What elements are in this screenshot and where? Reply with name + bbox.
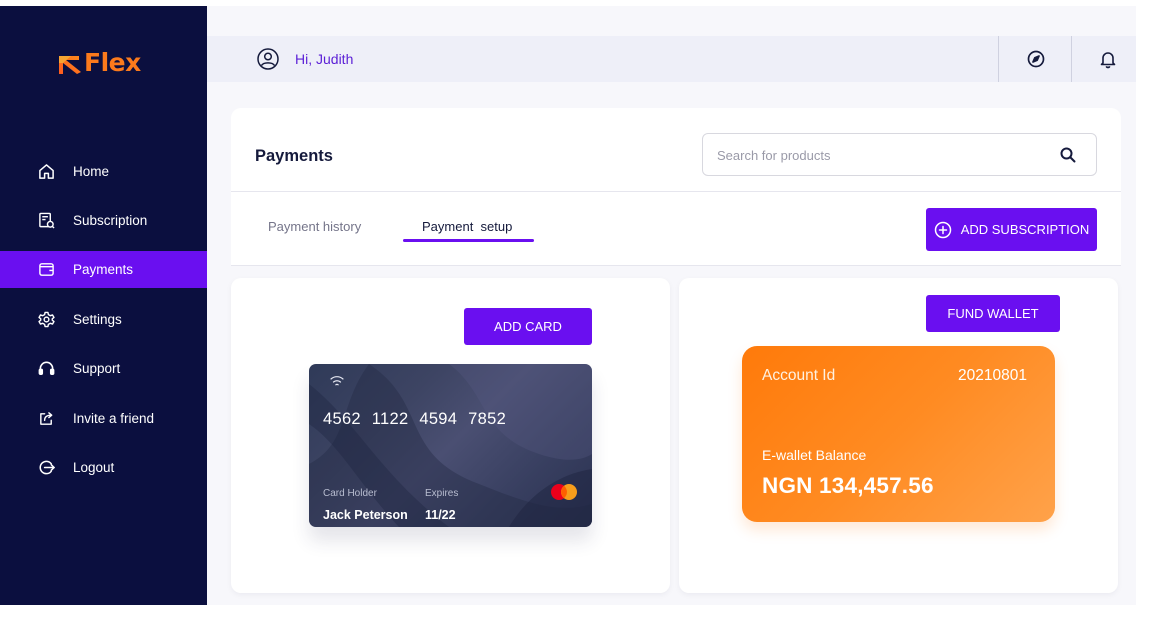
fund-wallet-button[interactable]: FUND WALLET [926,295,1060,332]
search-icon[interactable] [1059,146,1077,164]
search-box [702,133,1097,176]
sidebar-item-label: Invite a friend [73,411,155,426]
contactless-icon [330,376,344,386]
tab-payment-history[interactable]: Payment history [268,219,361,234]
app-window: Flex Home Subscription Payments Settings… [0,6,1136,605]
search-input[interactable] [717,145,1037,165]
divider [231,265,1121,266]
sidebar-item-payments[interactable]: Payments [0,251,207,288]
brand-logo[interactable]: Flex [57,48,141,77]
sidebar-item-settings[interactable]: Settings [0,301,207,338]
user-avatar-icon[interactable] [257,48,279,70]
sidebar-item-home[interactable]: Home [0,153,207,190]
plus-circle-icon [934,221,951,238]
sidebar-item-logout[interactable]: Logout [0,449,207,486]
wallet-balance-value: NGN 134,457.56 [762,473,934,498]
card-number: 4562 1122 4594 7852 [323,410,507,428]
sidebar: Flex Home Subscription Payments Settings… [0,6,207,605]
add-subscription-button[interactable]: ADD SUBSCRIPTION [926,208,1097,251]
home-icon [39,164,54,179]
add-subscription-label: ADD SUBSCRIPTION [960,222,1090,237]
credit-card[interactable]: 4562 1122 4594 7852 Card Holder Jack Pet… [309,364,592,527]
expires-label: Expires [425,488,459,499]
sidebar-item-label: Support [73,361,121,376]
brand-name: Flex [84,48,141,77]
add-card-button[interactable]: ADD CARD [464,308,592,345]
e-wallet-card[interactable]: Account Id 20210801 E-wallet Balance NGN… [742,346,1055,522]
card-section: ADD CARD 4562 1122 4594 7852 Card Holder… [231,278,670,593]
page-title: Payments [255,147,333,165]
divider [231,191,1121,192]
divider [1071,36,1072,82]
account-id-value: 20210801 [958,367,1027,384]
share-icon [40,412,53,425]
mastercard-logo-icon [551,484,577,500]
logout-icon [39,460,55,475]
sidebar-item-support[interactable]: Support [0,350,207,387]
payments-panel: Payments Payment history Payment setup A… [231,108,1121,266]
card-background-pattern [309,364,592,527]
active-tab-indicator [403,239,534,242]
sidebar-item-label: Payments [73,262,134,277]
sidebar-item-subscription[interactable]: Subscription [0,202,207,239]
wallet-section: FUND WALLET Account Id 20210801 E-wallet… [679,278,1118,593]
compass-icon[interactable] [1026,49,1046,69]
sidebar-item-label: Subscription [73,213,148,228]
arrow-logo-icon [59,55,81,74]
headset-icon [38,361,55,375]
card-holder-label: Card Holder [323,488,377,499]
wallet-icon [39,263,54,276]
subscription-icon [39,212,55,229]
sidebar-item-invite[interactable]: Invite a friend [0,400,207,437]
sidebar-item-label: Logout [73,460,115,475]
divider [998,36,999,82]
user-greeting: Hi, Judith [295,51,354,67]
card-holder-name: Jack Peterson [323,508,408,522]
bell-icon[interactable] [1098,49,1118,69]
tab-payment-setup[interactable]: Payment setup [422,219,512,234]
gear-icon [38,311,55,328]
wallet-balance-label: E-wallet Balance [762,447,867,463]
account-id-label: Account Id [762,367,836,384]
sidebar-item-label: Settings [73,312,122,327]
sidebar-item-label: Home [73,164,110,179]
top-bar: Hi, Judith [207,36,1136,82]
expires-value: 11/22 [425,508,456,522]
